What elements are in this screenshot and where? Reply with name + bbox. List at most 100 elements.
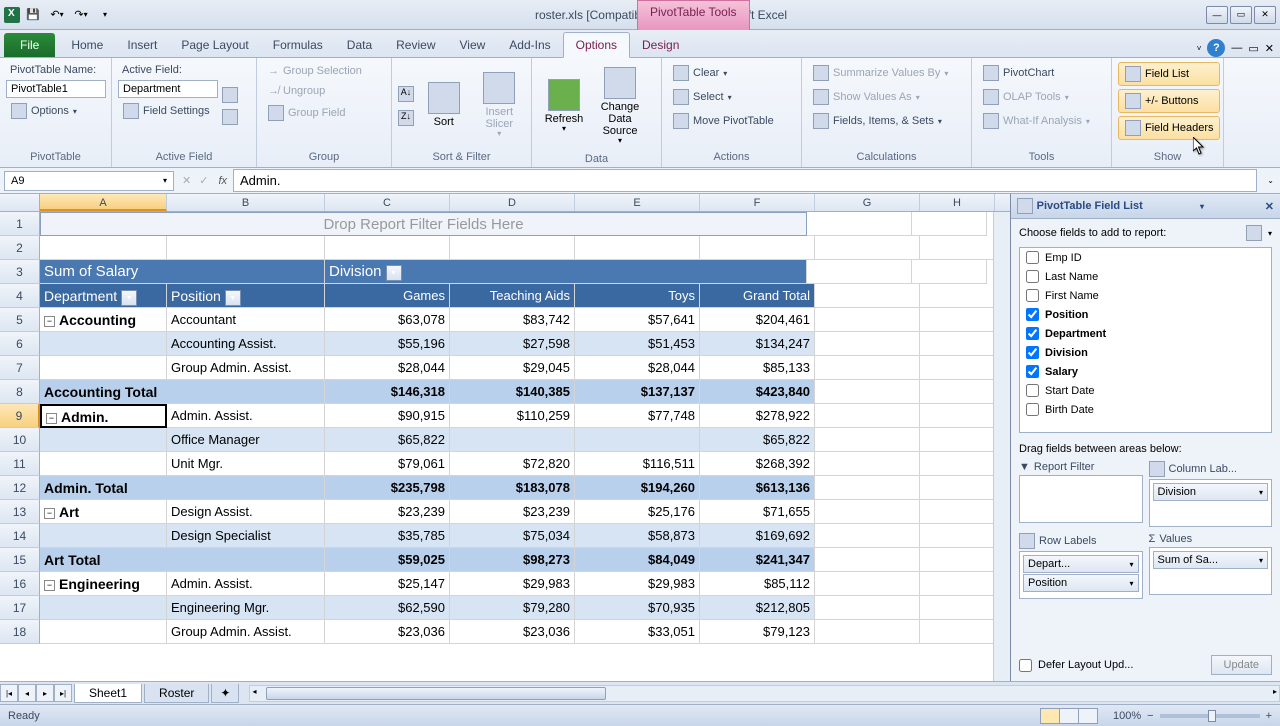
cell[interactable]: $28,044 xyxy=(325,356,450,380)
cell[interactable] xyxy=(815,284,920,308)
field-checkbox[interactable] xyxy=(1026,308,1039,321)
cell[interactable] xyxy=(815,452,920,476)
field-item[interactable]: Position xyxy=(1020,305,1271,324)
cell[interactable] xyxy=(815,620,920,644)
cell[interactable] xyxy=(920,284,995,308)
field-checkbox[interactable] xyxy=(1026,270,1039,283)
refresh-button[interactable]: Refresh▾ xyxy=(538,62,590,151)
plus-minus-buttons-toggle[interactable]: +/- Buttons xyxy=(1118,89,1220,113)
field-checkbox[interactable] xyxy=(1026,346,1039,359)
col-header-F[interactable]: F xyxy=(700,194,815,211)
cell[interactable] xyxy=(920,380,995,404)
cell[interactable] xyxy=(815,308,920,332)
values-chip-sum-salary[interactable]: Sum of Sa...▾ xyxy=(1153,551,1269,569)
field-item[interactable]: Emp ID xyxy=(1020,248,1271,267)
position-filter-icon[interactable]: ▾ xyxy=(225,290,241,306)
cell[interactable]: Teaching Aids xyxy=(450,284,575,308)
cell[interactable]: Games xyxy=(325,284,450,308)
qat-redo[interactable]: ↷▾ xyxy=(70,4,92,26)
row-header[interactable]: 6 xyxy=(0,332,40,356)
row-header[interactable]: 8 xyxy=(0,380,40,404)
cell[interactable]: −Engineering xyxy=(40,572,167,596)
cell[interactable]: Admin. Total xyxy=(40,476,325,500)
col-header-D[interactable]: D xyxy=(450,194,575,211)
cell[interactable] xyxy=(40,332,167,356)
cell[interactable]: $169,692 xyxy=(700,524,815,548)
view-page-layout-button[interactable] xyxy=(1059,708,1079,724)
cell[interactable]: Grand Total xyxy=(700,284,815,308)
cell[interactable]: $140,385 xyxy=(450,380,575,404)
tab-home[interactable]: Home xyxy=(59,33,115,57)
cell[interactable] xyxy=(920,404,995,428)
cell[interactable]: $35,785 xyxy=(325,524,450,548)
enter-icon[interactable]: ✓ xyxy=(195,174,212,187)
col-header-C[interactable]: C xyxy=(325,194,450,211)
cell[interactable]: $58,873 xyxy=(575,524,700,548)
cell[interactable] xyxy=(815,524,920,548)
cell[interactable] xyxy=(920,596,995,620)
cell[interactable] xyxy=(575,236,700,260)
cell[interactable] xyxy=(920,308,995,332)
field-item[interactable]: Start Date xyxy=(1020,381,1271,400)
name-box[interactable]: A9▾ xyxy=(4,171,174,191)
clear-button[interactable]: Clear▾ xyxy=(668,62,779,84)
expand-field-icon[interactable] xyxy=(222,87,238,103)
row-header[interactable]: 11 xyxy=(0,452,40,476)
field-item[interactable]: First Name xyxy=(1020,286,1271,305)
cell[interactable]: $613,136 xyxy=(700,476,815,500)
cell[interactable]: $29,983 xyxy=(450,572,575,596)
field-item[interactable]: Last Name xyxy=(1020,267,1271,286)
cell[interactable]: $65,822 xyxy=(700,428,815,452)
cell[interactable]: $194,260 xyxy=(575,476,700,500)
department-filter-icon[interactable]: ▾ xyxy=(121,290,137,306)
help-button[interactable]: ? xyxy=(1207,39,1225,57)
report-filter-area[interactable] xyxy=(1019,475,1143,523)
field-checkbox[interactable] xyxy=(1026,251,1039,264)
cell[interactable]: Art Total xyxy=(40,548,325,572)
row-labels-area[interactable]: Depart...▾Position▾ xyxy=(1019,551,1143,599)
pivottable-name-input[interactable] xyxy=(6,80,106,98)
cell[interactable] xyxy=(807,260,912,284)
cell[interactable]: $63,078 xyxy=(325,308,450,332)
cell[interactable] xyxy=(815,572,920,596)
cell[interactable] xyxy=(815,404,920,428)
cell[interactable]: $55,196 xyxy=(325,332,450,356)
select-button[interactable]: Select▾ xyxy=(668,86,779,108)
view-page-break-button[interactable] xyxy=(1078,708,1098,724)
cell[interactable] xyxy=(167,236,325,260)
cell[interactable] xyxy=(815,476,920,500)
row-header[interactable]: 4 xyxy=(0,284,40,308)
row-chip-position[interactable]: Position▾ xyxy=(1023,574,1139,592)
cell[interactable]: $116,511 xyxy=(575,452,700,476)
field-headers-toggle[interactable]: Field Headers xyxy=(1118,116,1220,140)
cell[interactable]: $83,742 xyxy=(450,308,575,332)
cell[interactable]: −Admin. xyxy=(40,404,167,428)
cell[interactable]: $23,036 xyxy=(325,620,450,644)
cell[interactable]: $70,935 xyxy=(575,596,700,620)
collapse-icon[interactable]: − xyxy=(44,508,55,519)
row-header[interactable]: 13 xyxy=(0,500,40,524)
doc-restore[interactable]: ▭ xyxy=(1248,42,1258,55)
field-item[interactable]: Department xyxy=(1020,324,1271,343)
col-header-A[interactable]: A xyxy=(40,194,167,211)
cell[interactable]: Accountant xyxy=(167,308,325,332)
cell[interactable] xyxy=(815,596,920,620)
cell[interactable] xyxy=(815,332,920,356)
cell[interactable]: $75,034 xyxy=(450,524,575,548)
cell[interactable] xyxy=(912,260,987,284)
cell[interactable]: $241,347 xyxy=(700,548,815,572)
column-labels-area[interactable]: Division▾ xyxy=(1149,479,1273,527)
maximize-button[interactable]: ▭ xyxy=(1230,6,1252,24)
field-item[interactable]: Salary xyxy=(1020,362,1271,381)
cell[interactable]: $65,822 xyxy=(325,428,450,452)
qat-save[interactable]: 💾 xyxy=(22,4,44,26)
cell[interactable] xyxy=(815,380,920,404)
cell[interactable] xyxy=(920,524,995,548)
cell[interactable]: $72,820 xyxy=(450,452,575,476)
cell[interactable]: $33,051 xyxy=(575,620,700,644)
cell[interactable] xyxy=(815,428,920,452)
row-header[interactable]: 12 xyxy=(0,476,40,500)
cell[interactable]: $79,123 xyxy=(700,620,815,644)
row-header[interactable]: 7 xyxy=(0,356,40,380)
row-header[interactable]: 3 xyxy=(0,260,40,284)
